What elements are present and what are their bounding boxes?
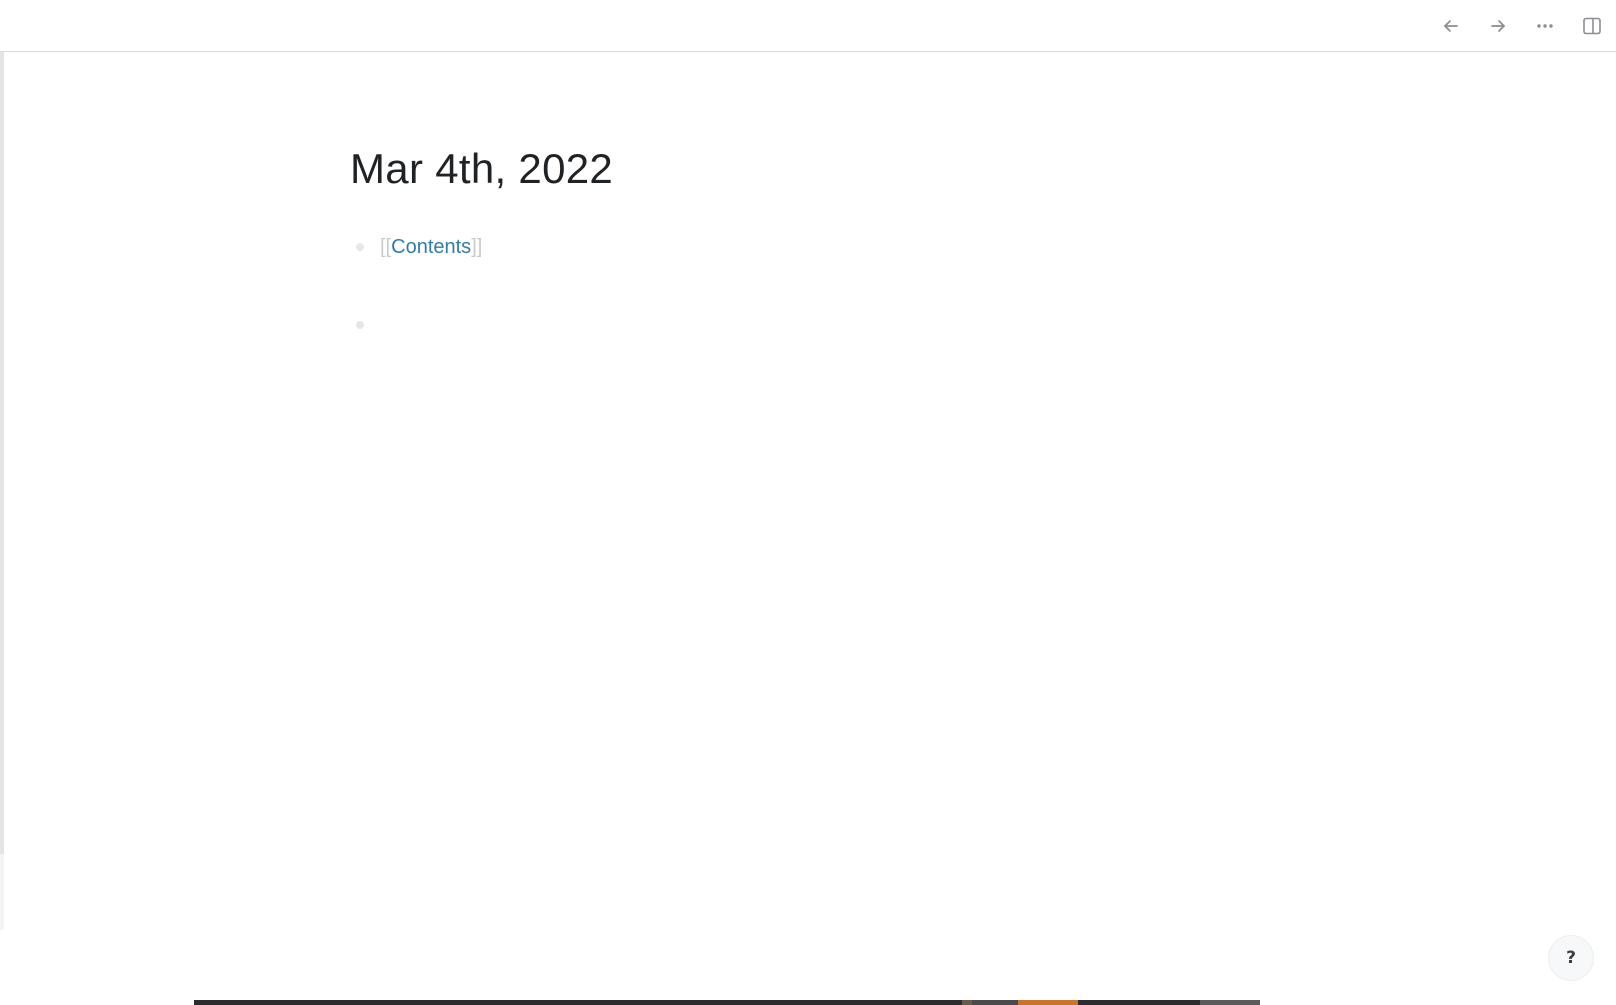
- ellipsis-icon: [1535, 16, 1555, 36]
- block-bullet[interactable]: [356, 243, 364, 251]
- page-title[interactable]: Mar 4th, 2022: [350, 144, 613, 194]
- top-toolbar: [0, 0, 1616, 52]
- block-bullet[interactable]: [356, 321, 364, 329]
- taskbar-segment-active: [1018, 1000, 1078, 1005]
- left-sidebar-edge-lower: [0, 854, 4, 930]
- open-bracket: [[: [380, 236, 392, 258]
- page-reference-link[interactable]: Contents: [391, 236, 471, 258]
- more-options-button[interactable]: [1531, 12, 1559, 40]
- taskbar-segment: [962, 1000, 972, 1005]
- taskbar-strip: [194, 1000, 1260, 1005]
- arrow-right-icon: [1488, 16, 1508, 36]
- right-sidebar-icon: [1582, 16, 1602, 36]
- toolbar-actions: [1418, 0, 1616, 52]
- back-button[interactable]: [1437, 12, 1465, 40]
- forward-button[interactable]: [1484, 12, 1512, 40]
- left-sidebar-edge[interactable]: [0, 52, 4, 854]
- help-button[interactable]: ?: [1548, 935, 1594, 981]
- taskbar-segment: [972, 1000, 1018, 1005]
- block-contents-ref[interactable]: [[Contents]]: [350, 232, 482, 262]
- close-bracket: ]]: [471, 236, 483, 258]
- arrow-left-icon: [1441, 16, 1461, 36]
- toggle-right-sidebar-button[interactable]: [1578, 12, 1606, 40]
- app-window: Mar 4th, 2022 [[Contents]] ?: [0, 0, 1616, 1005]
- block-empty[interactable]: [350, 310, 380, 340]
- block-content[interactable]: [[Contents]]: [380, 232, 482, 262]
- taskbar-segment: [1200, 1000, 1260, 1005]
